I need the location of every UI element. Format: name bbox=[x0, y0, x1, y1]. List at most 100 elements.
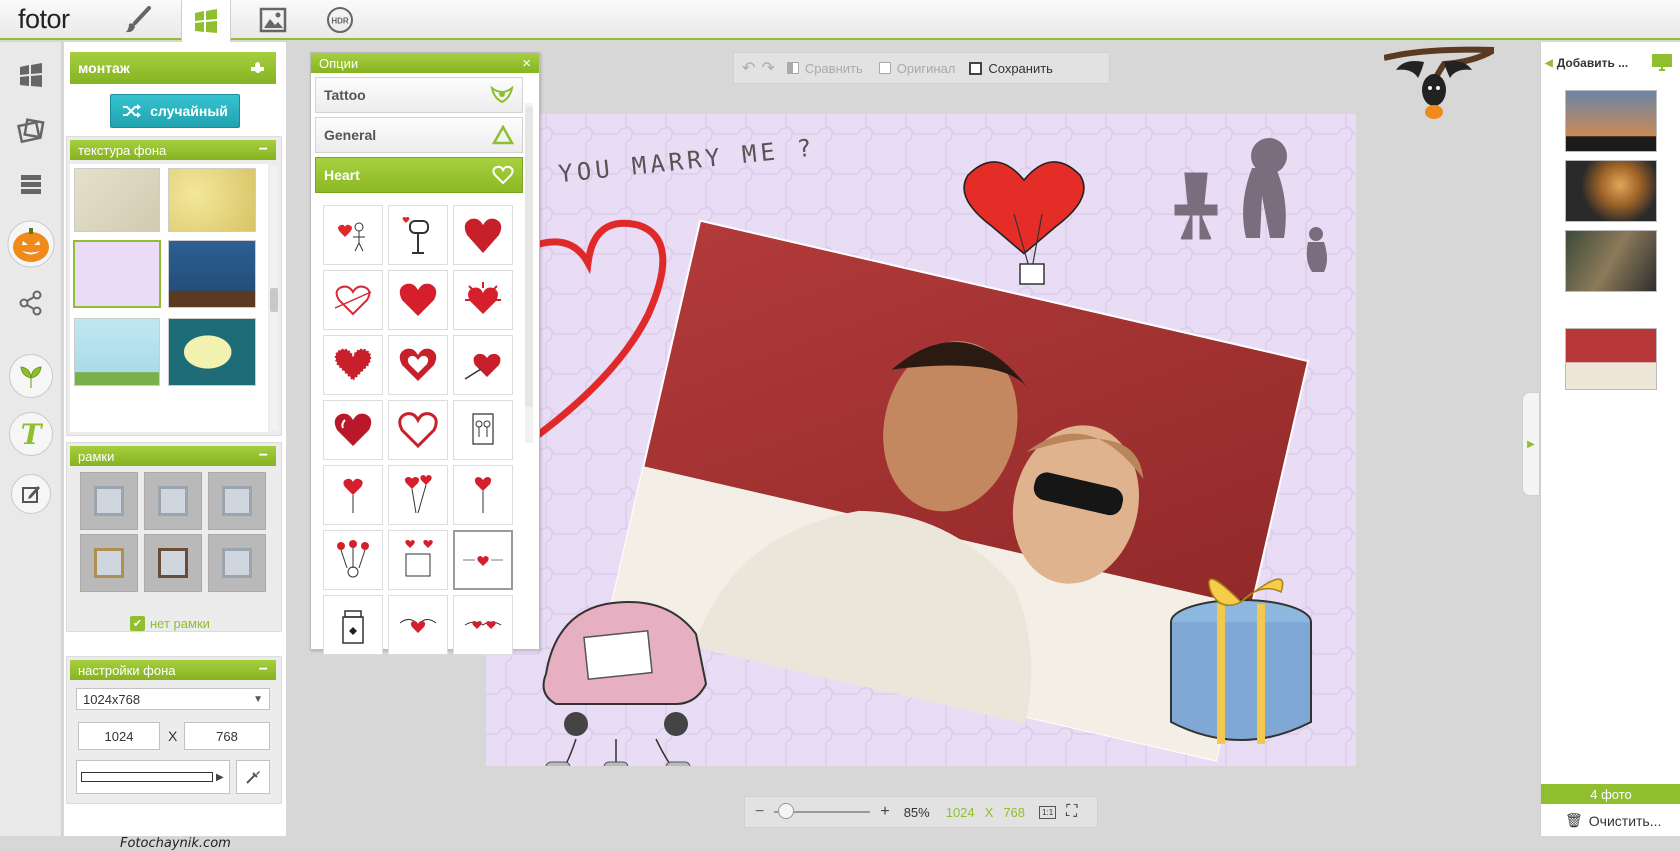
sticker-item[interactable] bbox=[388, 335, 448, 395]
no-frame-option[interactable]: ✔ нет рамки bbox=[130, 616, 210, 631]
save-button[interactable]: Сохранить bbox=[988, 61, 1053, 76]
category-heart[interactable]: Heart bbox=[315, 157, 523, 193]
rail-share-button[interactable] bbox=[10, 282, 52, 324]
sticker-item[interactable] bbox=[453, 270, 513, 330]
photo-count-badge: 4 фото bbox=[1541, 784, 1680, 804]
frame-option[interactable] bbox=[80, 534, 138, 592]
category-label: Tattoo bbox=[324, 87, 366, 103]
tab-collage[interactable] bbox=[181, 0, 231, 42]
texture-minimize-button[interactable]: − bbox=[259, 142, 268, 158]
share-icon bbox=[19, 290, 42, 316]
tab-image[interactable] bbox=[248, 0, 298, 40]
texture-thumb[interactable] bbox=[74, 318, 160, 386]
photo-thumb-guitar[interactable] bbox=[1565, 230, 1657, 292]
texture-thumb[interactable] bbox=[168, 168, 256, 232]
image-icon bbox=[259, 7, 287, 33]
bg-settings-minimize-button[interactable]: − bbox=[259, 662, 268, 678]
rail-sticker-button[interactable] bbox=[9, 354, 53, 398]
frame-option[interactable] bbox=[144, 472, 202, 530]
collage-canvas[interactable]: ILL YOU MARRY ME ? bbox=[486, 114, 1356, 766]
options-scrollbar[interactable] bbox=[525, 103, 533, 443]
sticker-item[interactable] bbox=[323, 465, 383, 525]
edit-toolbar: ↶ ↷ Сравнить Оригинал Сохранить bbox=[733, 52, 1110, 84]
texture-thumb-selected[interactable] bbox=[73, 240, 161, 308]
monitor-button[interactable] bbox=[1649, 52, 1675, 74]
frames-title: рамки bbox=[78, 448, 115, 464]
sticker-item[interactable] bbox=[388, 465, 448, 525]
random-button[interactable]: случайный bbox=[110, 94, 240, 128]
photo-thumb-couple[interactable] bbox=[1565, 328, 1657, 390]
bg-color-picker[interactable]: ▶ bbox=[76, 760, 230, 794]
bg-settings-header: настройки фона − bbox=[70, 660, 276, 680]
undo-icon[interactable]: ↶ bbox=[742, 58, 755, 78]
checkbox-checked-icon[interactable]: ✔ bbox=[130, 616, 145, 631]
zoom-out-button[interactable]: − bbox=[755, 803, 764, 821]
rail-halloween-button[interactable] bbox=[6, 219, 56, 269]
layers-icon bbox=[21, 175, 41, 194]
tab-edit[interactable] bbox=[113, 0, 163, 40]
sticker-item[interactable] bbox=[323, 400, 383, 460]
brush-icon bbox=[126, 6, 151, 33]
close-icon[interactable]: × bbox=[522, 55, 531, 72]
frame-option[interactable] bbox=[208, 472, 266, 530]
photo-thumb-portrait[interactable] bbox=[1565, 160, 1657, 222]
add-photos-button[interactable]: ◀ Добавить ... bbox=[1545, 50, 1641, 76]
sticker-item[interactable] bbox=[388, 400, 448, 460]
sticker-item[interactable] bbox=[323, 595, 383, 655]
canvas-size-select[interactable]: 1024x768 ▼ bbox=[76, 688, 270, 710]
sticker-item[interactable] bbox=[453, 400, 513, 460]
watermark-text: Fotochaynik.com bbox=[120, 836, 231, 851]
rail-freestyle-button[interactable] bbox=[10, 110, 52, 152]
no-frame-label: нет рамки bbox=[150, 616, 210, 631]
zoom-level: 85% bbox=[903, 804, 930, 820]
sticker-item-selected[interactable] bbox=[453, 530, 513, 590]
sticker-item[interactable] bbox=[453, 335, 513, 395]
edit-icon bbox=[22, 486, 40, 503]
category-tattoo[interactable]: Tattoo bbox=[315, 77, 523, 113]
compare-button[interactable]: Сравнить bbox=[805, 61, 863, 76]
sticker-item[interactable] bbox=[388, 530, 448, 590]
original-button[interactable]: Оригинал bbox=[897, 61, 956, 76]
frame-option[interactable] bbox=[208, 534, 266, 592]
canvas-width-field[interactable] bbox=[78, 722, 160, 750]
fit-screen-icon[interactable]: ⛶ bbox=[1066, 803, 1077, 821]
sticker-item[interactable] bbox=[323, 270, 383, 330]
photo-thumb-sunset[interactable] bbox=[1565, 90, 1657, 152]
redo-icon[interactable]: ↷ bbox=[761, 58, 774, 78]
zoom-slider-handle[interactable] bbox=[778, 803, 795, 819]
category-general[interactable]: General bbox=[315, 117, 523, 153]
sticker-item[interactable] bbox=[323, 205, 383, 265]
sticker-item[interactable] bbox=[323, 530, 383, 590]
hdr-icon: HDR bbox=[327, 7, 353, 33]
frame-option[interactable] bbox=[80, 472, 138, 530]
sticker-item[interactable] bbox=[453, 465, 513, 525]
sticker-item[interactable] bbox=[388, 205, 448, 265]
canvas-height-field[interactable] bbox=[184, 722, 270, 750]
sticker-item[interactable] bbox=[323, 335, 383, 395]
tab-hdr[interactable]: HDR bbox=[315, 0, 365, 40]
original-icon bbox=[878, 62, 891, 74]
texture-thumb[interactable] bbox=[168, 318, 256, 386]
zoom-slider[interactable] bbox=[774, 803, 871, 819]
right-panel-toggle[interactable]: ▶ bbox=[1522, 392, 1540, 496]
rail-text-button[interactable]: T bbox=[9, 412, 53, 456]
clear-button[interactable]: 🗑 Очистить... bbox=[1565, 812, 1661, 829]
options-panel: Опции × Tattoo General Heart bbox=[310, 52, 540, 655]
sticker-item[interactable] bbox=[388, 270, 448, 330]
texture-thumb[interactable] bbox=[74, 168, 160, 232]
sticker-item[interactable] bbox=[453, 595, 513, 655]
texture-thumb[interactable] bbox=[168, 240, 256, 308]
actual-size-button[interactable]: 1:1 bbox=[1039, 805, 1057, 819]
sticker-item[interactable] bbox=[453, 205, 513, 265]
frames-minimize-button[interactable]: − bbox=[259, 448, 268, 464]
eyedropper-button[interactable] bbox=[236, 760, 270, 794]
fotor-logo[interactable]: fotor bbox=[18, 4, 70, 35]
rail-template-button[interactable] bbox=[10, 54, 52, 96]
texture-scrollbar[interactable] bbox=[270, 166, 278, 430]
rail-layers-button[interactable] bbox=[10, 164, 52, 206]
rail-edit-button[interactable] bbox=[11, 474, 51, 514]
frame-option[interactable] bbox=[144, 534, 202, 592]
sticker-item[interactable] bbox=[388, 595, 448, 655]
zoom-in-button[interactable]: + bbox=[880, 803, 889, 821]
photo-count: 4 фото bbox=[1590, 786, 1632, 802]
